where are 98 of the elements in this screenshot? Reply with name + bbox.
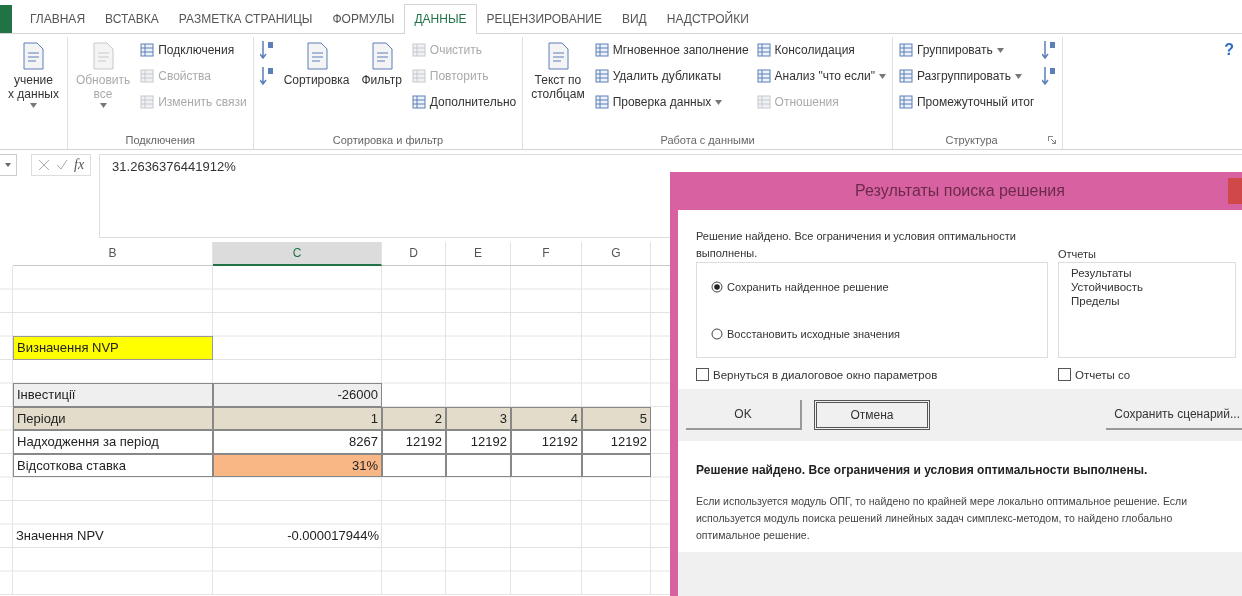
- table-icon: [756, 43, 771, 57]
- name-box-dropdown[interactable]: [0, 154, 17, 176]
- ribbon-button[interactable]: Проверка данных: [594, 91, 749, 113]
- column-header[interactable]: C: [213, 242, 382, 266]
- ribbon-tab[interactable]: ГЛАВНАЯ: [20, 4, 96, 33]
- table-icon: [898, 95, 913, 109]
- table-cell: Періоди: [13, 406, 213, 430]
- ribbon-button[interactable]: Промежуточный итог: [898, 91, 1035, 113]
- radio-icon[interactable]: [711, 280, 723, 293]
- ribbon-button[interactable]: Текст по столбцам: [529, 39, 587, 103]
- column-header[interactable]: F: [511, 242, 582, 266]
- ribbon-button[interactable]: Дополнительно: [411, 91, 517, 113]
- table-icon: [756, 69, 771, 83]
- table-cell: 8267: [213, 430, 382, 454]
- column-header[interactable]: E: [446, 242, 511, 266]
- table-cell: 12192: [446, 430, 511, 454]
- table-cell: 1: [213, 406, 382, 430]
- ribbon-tab[interactable]: НАДСТРОЙКИ: [656, 4, 759, 33]
- empty-cell: [446, 453, 511, 477]
- table-cell-text: -0.000017944%: [286, 527, 380, 546]
- empty-cell: [511, 453, 582, 477]
- table-cell: Інвестиції: [13, 383, 213, 407]
- table-cell: 2: [382, 406, 446, 430]
- table-icon: [411, 95, 426, 109]
- ribbon-tab[interactable]: ФОРМУЛЫ: [322, 4, 405, 33]
- ribbon-tab[interactable]: РАЗМЕТКА СТРАНИЦЫ: [168, 4, 323, 33]
- details-text: Если используется модуль ОПГ, то найдено по крайней мере локально оптимальное решение. Если используется модуль поиска решений линейных задач симплекс-методом, то найдено глобально оптимальное решение.: [696, 494, 1189, 543]
- checkbox[interactable]: Вернуться в диалоговое окно параметров: [696, 368, 1058, 381]
- ribbon-tab[interactable]: ДАННЫЕ: [404, 4, 477, 34]
- reports-list[interactable]: Результаты Устойчивость Пределы: [1058, 262, 1236, 358]
- ribbon-button[interactable]: Фильтр: [359, 39, 404, 89]
- table-cell: 31%: [213, 453, 382, 477]
- table-cell: 12192: [511, 430, 582, 454]
- dialog-button[interactable]: OK: [686, 400, 802, 430]
- ribbon-button[interactable]: Анализ "что если": [756, 65, 886, 87]
- table-cell: 5: [582, 406, 651, 430]
- table-icon: [594, 69, 609, 83]
- group-label: Сортировка и фильтр: [332, 133, 444, 148]
- sort-icon[interactable]: [1042, 65, 1057, 87]
- list-item[interactable]: Пределы: [1071, 295, 1223, 307]
- cancel-icon[interactable]: [38, 159, 50, 171]
- table-icon: [756, 95, 771, 109]
- table-icon: [594, 43, 609, 57]
- sort-icon[interactable]: [259, 65, 274, 87]
- empty-cell: [582, 453, 651, 477]
- column-header[interactable]: D: [382, 242, 446, 266]
- table-cell-text: Значення NPV: [15, 527, 105, 546]
- table-icon: [140, 69, 155, 83]
- table-cell: 3: [446, 406, 511, 430]
- enter-icon[interactable]: [56, 159, 68, 171]
- sort-icon[interactable]: [259, 39, 274, 61]
- table-icon: [898, 69, 913, 83]
- ribbon-button[interactable]: Консолидация: [756, 39, 886, 61]
- table-cell: 12192: [582, 430, 651, 454]
- table-cell: Визначення NVP: [13, 336, 213, 360]
- ribbon-tab[interactable]: РЕЦЕНЗИРОВАНИЕ: [476, 4, 612, 33]
- ribbon-tab[interactable]: ВСТАВКА: [95, 4, 169, 33]
- table-icon: [594, 95, 609, 109]
- table-icon: [898, 43, 913, 57]
- help-icon[interactable]: ?: [1216, 37, 1242, 149]
- checkbox[interactable]: Отчеты со: [1058, 368, 1236, 381]
- radio-option[interactable]: Восстановить исходные значения: [711, 327, 1033, 340]
- reports-label: Отчеты: [1058, 248, 1098, 262]
- group-label: Подключения: [125, 133, 196, 148]
- column-header[interactable]: G: [582, 242, 651, 266]
- checkbox-icon[interactable]: [696, 368, 709, 381]
- group-label: Работа с данными: [660, 133, 755, 148]
- checkbox-icon[interactable]: [1058, 368, 1071, 381]
- ribbon-button[interactable]: Сортировка: [281, 39, 352, 89]
- table-icon: [411, 43, 426, 57]
- table-cell: 12192: [382, 430, 446, 454]
- table-icon: [140, 43, 155, 57]
- sort-icon[interactable]: [1042, 39, 1057, 61]
- list-item[interactable]: Устойчивость: [1071, 281, 1223, 293]
- dialog-title: Результаты поиска решения: [855, 182, 1065, 200]
- radio-option[interactable]: Сохранить найденное решение: [711, 280, 1033, 293]
- dialog-launcher-icon[interactable]: [1048, 136, 1057, 144]
- ribbon-button[interactable]: Мгновенное заполнение: [594, 39, 749, 61]
- summary-text: Решение найдено. Все ограничения и условия оптимальности выполнены.: [696, 463, 1149, 477]
- list-item[interactable]: Результаты: [1071, 267, 1223, 279]
- insert-function-button[interactable]: fx: [74, 157, 85, 173]
- dialog-button[interactable]: Отмена: [814, 400, 930, 430]
- ribbon-button[interactable]: Разгруппировать: [898, 65, 1035, 87]
- table-cell: 4: [511, 406, 582, 430]
- table-icon: [411, 69, 426, 83]
- group-label: Структура: [945, 133, 998, 148]
- table-icon: [140, 95, 155, 109]
- table-cell: Відсоткова ставка: [13, 453, 213, 477]
- column-header[interactable]: B: [13, 242, 213, 266]
- table-cell: Надходження за період: [13, 430, 213, 454]
- table-cell: -26000: [213, 383, 382, 407]
- caret-icon: [5, 163, 11, 167]
- ribbon-tab[interactable]: ВИД: [612, 4, 657, 33]
- radio-icon[interactable]: [711, 327, 723, 340]
- ribbon-button[interactable]: учение х данных: [6, 39, 61, 110]
- ribbon-button[interactable]: Удалить дубликаты: [594, 65, 749, 87]
- ribbon-button[interactable]: Группировать: [898, 39, 1035, 61]
- ribbon-button[interactable]: Подключения: [140, 39, 247, 61]
